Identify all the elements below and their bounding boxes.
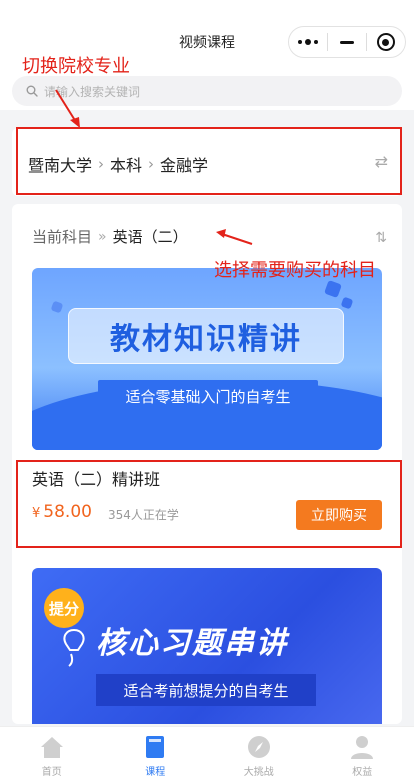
home-icon xyxy=(38,733,66,761)
score-boost-tag: 提分 xyxy=(44,588,84,628)
subject-value: 英语（二） xyxy=(112,228,188,246)
tab-challenge[interactable]: 大挑战 xyxy=(207,727,311,780)
tab-label: 课程 xyxy=(145,767,166,778)
target-close-icon xyxy=(376,33,395,51)
subject-selector[interactable]: 当前科目 » 英语（二） xyxy=(32,226,188,247)
annotation-switch-school: 切换院校专业 xyxy=(22,56,130,77)
book-icon xyxy=(141,733,169,761)
decor-cube xyxy=(50,300,64,314)
annotation-arrow-icon xyxy=(216,229,253,245)
bottom-tab-bar: 首页 课程 大挑战 权益 xyxy=(0,726,414,780)
double-chevron-icon: » xyxy=(98,228,107,245)
capsule-menu xyxy=(288,26,406,58)
banner-title-panel: 教材知识精讲 xyxy=(68,308,344,364)
compass-icon xyxy=(245,733,273,761)
bulb-icon xyxy=(63,628,85,667)
search-icon xyxy=(26,85,38,97)
course-banner-2[interactable]: 提分 核心习题串讲 适合考前想提分的自考生 xyxy=(32,568,382,724)
minimize-icon xyxy=(339,40,354,44)
decor-cube xyxy=(324,280,342,298)
close-button[interactable] xyxy=(367,27,405,57)
annotation-select-subject: 选择需要购买的科目 xyxy=(214,260,376,281)
minimize-button[interactable] xyxy=(328,27,366,57)
more-button[interactable] xyxy=(289,27,327,57)
highlight-box-course xyxy=(16,460,402,548)
banner-title: 核心习题串讲 xyxy=(96,626,288,661)
tab-courses[interactable]: 课程 xyxy=(104,727,208,780)
decor-cube xyxy=(340,296,354,310)
course-banner-1[interactable]: 教材知识精讲 适合零基础入门的自考生 xyxy=(32,268,382,450)
tab-label: 首页 xyxy=(41,767,62,778)
sort-icon[interactable]: ⇅ xyxy=(375,230,387,246)
banner-subtitle: 适合考前想提分的自考生 xyxy=(96,674,316,706)
banner-title: 教材知识精讲 xyxy=(110,322,302,357)
tab-home[interactable]: 首页 xyxy=(0,727,104,780)
highlight-box-school xyxy=(16,127,402,195)
user-icon xyxy=(348,733,376,761)
tab-label: 大挑战 xyxy=(243,767,274,778)
tab-benefits[interactable]: 权益 xyxy=(311,727,414,780)
tab-label: 权益 xyxy=(352,767,373,778)
more-dots-icon xyxy=(298,39,318,45)
annotation-arrow-icon xyxy=(55,89,80,128)
banner-subtitle: 适合零基础入门的自考生 xyxy=(98,380,318,412)
subject-label: 当前科目 xyxy=(32,228,93,246)
